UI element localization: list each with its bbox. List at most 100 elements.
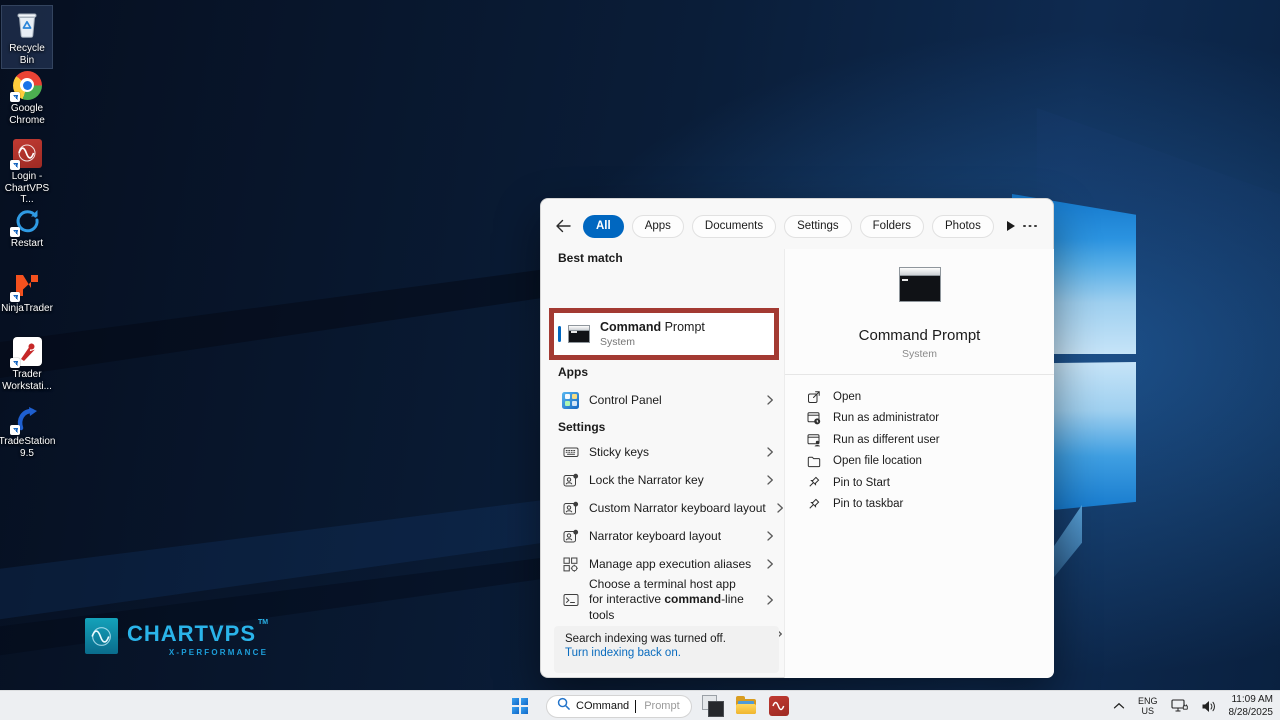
start-button[interactable] bbox=[503, 693, 537, 719]
desktop-icon-login-chartvps[interactable]: Login - ChartVPS T... bbox=[2, 134, 52, 208]
pin-icon bbox=[806, 476, 821, 489]
tab-apps[interactable]: Apps bbox=[632, 215, 684, 238]
back-button[interactable] bbox=[555, 219, 571, 233]
chevron-right-icon bbox=[766, 594, 775, 606]
desktop-icon-label: 9.5 bbox=[20, 448, 34, 459]
shortcut-arrow-icon bbox=[10, 425, 20, 435]
chevron-right-icon bbox=[766, 530, 775, 542]
search-flyout: All Apps Documents Settings Folders Phot… bbox=[540, 198, 1054, 678]
shortcut-arrow-icon bbox=[10, 358, 20, 368]
options-ellipsis-icon[interactable] bbox=[1023, 225, 1037, 228]
terminal-host-icon bbox=[562, 593, 579, 607]
shortcut-arrow-icon bbox=[10, 160, 20, 170]
open-icon bbox=[806, 390, 821, 404]
preview-subtitle: System bbox=[902, 348, 937, 360]
chartvps-watermark: CHARTVPS TM X-PERFORMANCE bbox=[85, 618, 268, 657]
shortcut-arrow-icon bbox=[10, 292, 20, 302]
turn-indexing-link[interactable]: Turn indexing back on. bbox=[565, 647, 768, 659]
action-run-as-different-user[interactable]: Run as different user bbox=[806, 429, 1054, 451]
watermark-tm: TM bbox=[258, 619, 268, 626]
app-alias-icon bbox=[562, 557, 579, 572]
desktop-icon-restart[interactable]: Restart bbox=[2, 201, 52, 252]
setting-item-custom-narrator-layout[interactable]: Custom Narrator keyboard layout bbox=[554, 494, 779, 522]
command-prompt-icon bbox=[568, 325, 590, 343]
volume-icon[interactable] bbox=[1199, 693, 1218, 719]
taskbar-app-window[interactable] bbox=[701, 693, 725, 719]
app-item-control-panel[interactable]: Control Panel bbox=[554, 385, 779, 415]
chartvps-app-icon bbox=[769, 696, 789, 716]
text-cursor bbox=[635, 700, 636, 713]
chartvps-logo-icon bbox=[85, 618, 118, 654]
tab-documents[interactable]: Documents bbox=[692, 215, 776, 238]
clock[interactable]: 11:09 AM 8/28/2025 bbox=[1227, 693, 1276, 719]
desktop-icon-recycle-bin[interactable]: Recycle Bin bbox=[2, 6, 52, 68]
network-icon[interactable] bbox=[1169, 693, 1190, 719]
best-match-header: Best match bbox=[558, 251, 623, 265]
settings-header: Settings bbox=[558, 420, 605, 434]
taskbar: COmmand Prompt ENG bbox=[0, 690, 1280, 720]
action-list: Open Run as administrator Run as differe… bbox=[785, 375, 1054, 515]
result-command-prompt[interactable]: Command Prompt System bbox=[554, 313, 774, 355]
apps-header: Apps bbox=[558, 365, 588, 379]
chevron-right-icon bbox=[766, 474, 775, 486]
setting-item-narrator-layout[interactable]: Narrator keyboard layout bbox=[554, 522, 779, 550]
desktop-icon-label: Restart bbox=[11, 238, 43, 249]
desktop-icon-ninjatrader[interactable]: NinjaTrader bbox=[2, 266, 52, 317]
setting-item-app-execution-aliases[interactable]: Manage app execution aliases bbox=[554, 550, 779, 578]
file-explorer-icon bbox=[736, 699, 756, 714]
desktop-icon-google-chrome[interactable]: Google Chrome bbox=[2, 66, 52, 128]
restart-icon bbox=[11, 204, 43, 236]
pin-icon bbox=[806, 498, 821, 511]
date: 8/28/2025 bbox=[1229, 706, 1274, 719]
result-subtitle: System bbox=[600, 336, 705, 348]
tradestation-icon bbox=[11, 402, 43, 434]
chevron-right-icon bbox=[766, 394, 775, 406]
desktop-icon-label: Chrome bbox=[9, 115, 45, 126]
highlight-box: Command Prompt System bbox=[549, 308, 779, 360]
shortcut-arrow-icon bbox=[10, 92, 20, 102]
taskbar-file-explorer[interactable] bbox=[734, 693, 758, 719]
hidden-icons-chevron[interactable] bbox=[1111, 693, 1127, 719]
shortcut-arrow-icon bbox=[10, 227, 20, 237]
tab-photos[interactable]: Photos bbox=[932, 215, 994, 238]
taskbar-search-input[interactable]: COmmand Prompt bbox=[546, 695, 692, 718]
preview-pane: Command Prompt System Open Run as admini… bbox=[784, 249, 1054, 678]
taskbar-chartvps-app[interactable] bbox=[767, 693, 791, 719]
desktop-icon-tradestation[interactable]: TradeStation 9.5 bbox=[2, 399, 52, 461]
ninjatrader-icon bbox=[11, 269, 43, 301]
setting-item-terminal-host-app[interactable]: Choose a terminal host app for interacti… bbox=[554, 578, 779, 622]
recycle-bin-icon bbox=[11, 9, 43, 41]
desktop: Recycle Bin Google Chrome Login - ChartV… bbox=[0, 0, 1280, 720]
language-indicator[interactable]: ENG US bbox=[1136, 693, 1160, 719]
tab-all[interactable]: All bbox=[583, 215, 624, 238]
run-as-admin-icon bbox=[806, 411, 821, 425]
result-title-rest: Prompt bbox=[661, 320, 705, 334]
setting-item-sticky-keys[interactable]: Sticky keys bbox=[554, 438, 779, 466]
app-window-icon bbox=[702, 695, 724, 717]
action-pin-to-start[interactable]: Pin to Start bbox=[806, 472, 1054, 494]
action-pin-to-taskbar[interactable]: Pin to taskbar bbox=[806, 494, 1054, 516]
more-tabs-icon[interactable] bbox=[1007, 221, 1015, 231]
tab-settings[interactable]: Settings bbox=[784, 215, 852, 238]
chevron-right-icon bbox=[766, 446, 775, 458]
desktop-icon-label: Workstati... bbox=[2, 381, 52, 392]
tab-folders[interactable]: Folders bbox=[860, 215, 924, 238]
search-suggestion-text: Prompt bbox=[644, 700, 679, 712]
search-typed-text: COmmand bbox=[576, 700, 629, 712]
action-run-as-administrator[interactable]: Run as administrator bbox=[806, 408, 1054, 430]
desktop-icon-trader-workstation[interactable]: Trader Workstati... bbox=[2, 332, 52, 394]
control-panel-icon bbox=[562, 392, 579, 409]
desktop-icon-label: TradeStation bbox=[0, 436, 55, 447]
time: 11:09 AM bbox=[1229, 693, 1274, 706]
chrome-icon bbox=[11, 69, 43, 101]
indexing-notice: Search indexing was turned off. Turn ind… bbox=[554, 626, 779, 673]
setting-item-lock-narrator-key[interactable]: Lock the Narrator key bbox=[554, 466, 779, 494]
action-open-file-location[interactable]: Open file location bbox=[806, 451, 1054, 473]
folder-icon bbox=[806, 455, 821, 468]
action-open[interactable]: Open bbox=[806, 386, 1054, 408]
narrator-icon bbox=[562, 473, 579, 488]
result-title-bold: Command bbox=[600, 320, 661, 334]
desktop-icon-label: Trader bbox=[12, 369, 41, 380]
search-icon bbox=[557, 697, 570, 715]
desktop-icon-label: Google bbox=[11, 103, 43, 114]
